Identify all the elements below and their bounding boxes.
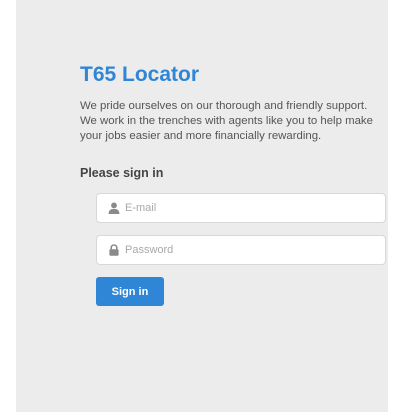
password-input[interactable]: [125, 236, 380, 264]
signin-heading: Please sign in: [80, 166, 164, 180]
login-panel: T65 Locator We pride ourselves on our th…: [16, 0, 388, 412]
intro-text: We pride ourselves on our thorough and f…: [80, 100, 373, 142]
page-title: T65 Locator: [80, 63, 200, 86]
lock-icon: [109, 244, 119, 256]
password-field[interactable]: [96, 235, 386, 265]
email-field[interactable]: [96, 193, 386, 223]
signin-button[interactable]: Sign in: [96, 277, 164, 306]
email-input[interactable]: [125, 194, 380, 222]
user-icon: [108, 202, 120, 214]
